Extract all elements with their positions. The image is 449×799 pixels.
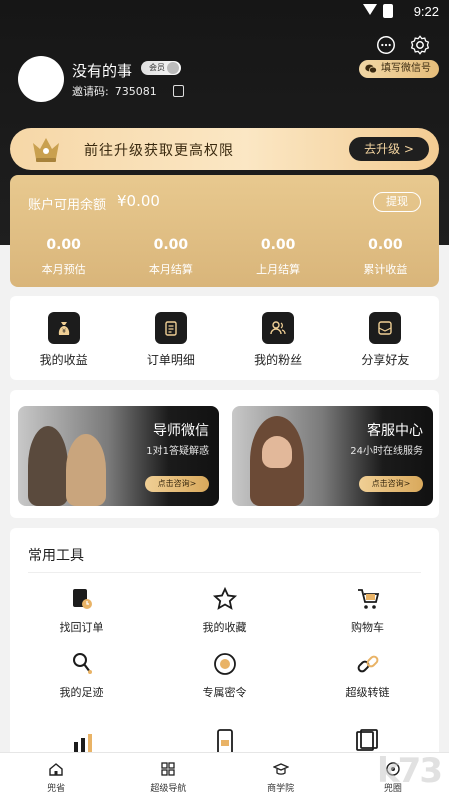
tab-label: 商学院 bbox=[267, 784, 295, 794]
promo-subtitle: 24小时在线服务 bbox=[350, 446, 423, 457]
tool-label: 超级转链 bbox=[345, 686, 390, 699]
status-time: 9:22 bbox=[413, 4, 439, 19]
find-order-icon bbox=[72, 589, 92, 609]
fill-wechat-label: 填写微信号 bbox=[381, 63, 431, 74]
chart-icon bbox=[74, 734, 92, 754]
chat-bubble-icon[interactable] bbox=[375, 34, 397, 56]
stat-value: 0.00 bbox=[46, 237, 81, 253]
stat-label: 上月结算 bbox=[256, 263, 301, 276]
member-badge-label: 会员 bbox=[149, 63, 165, 72]
upgrade-button[interactable]: 去升级 > bbox=[349, 137, 429, 161]
tool-secret-code[interactable]: 专属密令 bbox=[153, 651, 296, 700]
tab-business-school[interactable]: 商学院 bbox=[225, 753, 337, 799]
tab-navigation[interactable]: 超级导航 bbox=[112, 753, 224, 799]
quick-actions: ¥ 我的收益 订单明细 我的粉丝 分享好友 bbox=[10, 296, 439, 380]
tool-label: 我的收藏 bbox=[202, 621, 247, 634]
balance-label: 账户可用余额 bbox=[28, 198, 107, 213]
promo-subtitle: 1对1答疑解惑 bbox=[146, 446, 209, 457]
tab-home[interactable]: 兜省 bbox=[0, 753, 112, 799]
promo-section: 导师微信 1对1答疑解惑 点击咨询> 客服中心 24小时在线服务 点击咨询> bbox=[10, 390, 439, 518]
money-bag-icon: ¥ bbox=[47, 312, 80, 344]
balance-amount: ¥0.00 bbox=[117, 192, 160, 210]
svg-text:¥: ¥ bbox=[62, 328, 66, 335]
quick-action-label: 订单明细 bbox=[146, 353, 195, 367]
tool-label: 找回订单 bbox=[59, 621, 104, 634]
battery-icon bbox=[383, 4, 393, 18]
stat-item[interactable]: 0.00 本月结算 bbox=[117, 237, 224, 277]
wifi-icon bbox=[363, 4, 377, 15]
link-icon bbox=[357, 655, 378, 673]
status-bar: 9:22 bbox=[0, 0, 449, 24]
service-agent-photo bbox=[262, 436, 292, 468]
tool-label: 我的足迹 bbox=[59, 686, 104, 699]
promo-title: 客服中心 bbox=[367, 423, 423, 439]
member-badge: 会员 bbox=[141, 61, 181, 75]
quick-action-orders[interactable]: 订单明细 bbox=[117, 296, 224, 380]
tab-label: 超级导航 bbox=[150, 784, 187, 794]
stat-label: 本月结算 bbox=[148, 263, 193, 276]
share-icon bbox=[369, 312, 402, 344]
layers-icon bbox=[356, 729, 378, 751]
stat-value: 0.00 bbox=[260, 237, 296, 253]
quick-action-share[interactable]: 分享好友 bbox=[332, 296, 439, 380]
phone-icon bbox=[217, 729, 233, 754]
mentor-wechat-card[interactable]: 导师微信 1对1答疑解惑 点击咨询> bbox=[18, 406, 219, 506]
withdraw-button[interactable]: 提现 bbox=[373, 192, 421, 212]
quick-action-label: 我的粉丝 bbox=[254, 353, 303, 367]
people-photo bbox=[66, 434, 106, 506]
balance-card: 账户可用余额 ¥0.00 提现 0.00 本月预估 0.00 本月结算 0.00… bbox=[10, 175, 439, 287]
tab-label: 兜省 bbox=[47, 784, 66, 794]
stat-item[interactable]: 0.00 累计收益 bbox=[332, 237, 439, 277]
star-icon bbox=[212, 586, 237, 610]
stat-item[interactable]: 0.00 本月预估 bbox=[10, 237, 117, 277]
stat-item[interactable]: 0.00 上月结算 bbox=[225, 237, 332, 277]
invite-code: 735081 bbox=[114, 84, 157, 98]
tools-heading: 常用工具 bbox=[28, 548, 84, 564]
username: 没有的事 bbox=[72, 62, 133, 80]
upgrade-text: 前往升级获取更高权限 bbox=[84, 143, 234, 159]
divider bbox=[28, 572, 421, 573]
invite-code-row: 邀请码: 735081 bbox=[72, 83, 184, 99]
tools-section: 常用工具 找回订单 我的收藏 购物车 我的足迹 专属密令 超级转链 bbox=[10, 528, 439, 758]
promo-title: 导师微信 bbox=[153, 423, 209, 439]
crown-icon bbox=[33, 138, 59, 162]
consult-button[interactable]: 点击咨询> bbox=[359, 476, 423, 492]
tool-favorites[interactable]: 我的收藏 bbox=[153, 586, 296, 635]
tool-label: 专属密令 bbox=[202, 686, 247, 699]
quick-action-earnings[interactable]: ¥ 我的收益 bbox=[10, 296, 117, 380]
quick-action-label: 分享好友 bbox=[361, 353, 410, 367]
copy-icon[interactable] bbox=[172, 85, 184, 97]
quick-action-label: 我的收益 bbox=[39, 353, 88, 367]
wechat-icon bbox=[365, 64, 377, 74]
badge-dot-icon bbox=[167, 62, 179, 74]
avatar[interactable] bbox=[18, 56, 64, 102]
invite-label: 邀请码: bbox=[72, 85, 109, 98]
tool-find-order[interactable]: 找回订单 bbox=[10, 586, 153, 635]
tool-label: 购物车 bbox=[351, 621, 384, 634]
customer-service-card[interactable]: 客服中心 24小时在线服务 点击咨询> bbox=[232, 406, 433, 506]
tool-footprint[interactable]: 我的足迹 bbox=[10, 651, 153, 700]
upgrade-banner[interactable]: 前往升级获取更高权限 去升级 > bbox=[10, 128, 439, 170]
secret-code-icon bbox=[213, 653, 236, 675]
watermark-logo: k73 bbox=[377, 751, 443, 791]
stat-value: 0.00 bbox=[153, 237, 189, 253]
grid-icon bbox=[161, 762, 176, 776]
graduation-cap-icon bbox=[272, 763, 289, 775]
fans-icon bbox=[262, 312, 295, 344]
gear-icon[interactable] bbox=[409, 34, 431, 56]
stat-label: 累计收益 bbox=[363, 263, 408, 276]
cart-icon bbox=[357, 589, 379, 609]
people-photo bbox=[28, 426, 68, 506]
clipboard-icon bbox=[154, 312, 187, 344]
tool-cart[interactable]: 购物车 bbox=[296, 586, 439, 635]
consult-button[interactable]: 点击咨询> bbox=[145, 476, 209, 492]
fill-wechat-button[interactable]: 填写微信号 bbox=[359, 60, 439, 78]
footprint-icon bbox=[72, 653, 92, 674]
stat-label: 本月预估 bbox=[41, 263, 86, 276]
home-icon bbox=[49, 763, 63, 776]
stat-value: 0.00 bbox=[368, 237, 403, 253]
tool-super-link[interactable]: 超级转链 bbox=[296, 651, 439, 700]
quick-action-fans[interactable]: 我的粉丝 bbox=[225, 296, 332, 380]
